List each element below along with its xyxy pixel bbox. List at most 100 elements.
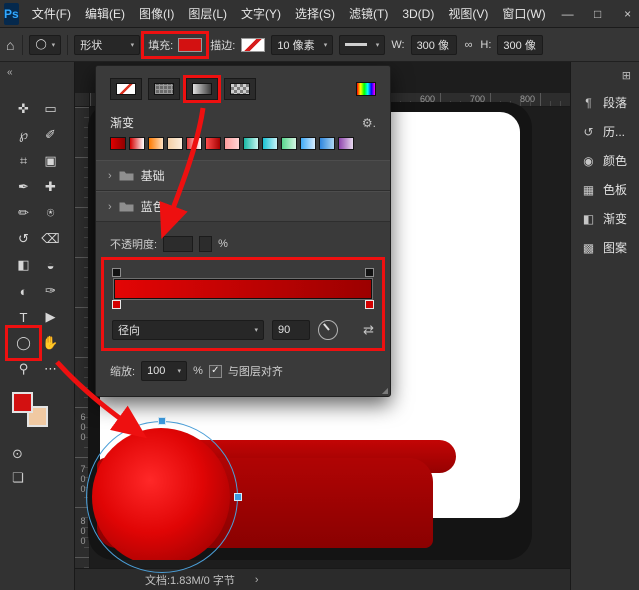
eyedropper-tool[interactable]: ✒ xyxy=(10,174,37,200)
type-tool[interactable]: T xyxy=(10,304,37,330)
more-tools[interactable]: ⋯ xyxy=(37,356,64,382)
dodge-tool[interactable]: ◐ xyxy=(10,278,37,304)
move-tool[interactable]: ✜ xyxy=(10,96,37,122)
stroke-style-dropdown[interactable]: ▾ xyxy=(339,35,385,55)
path-handle-top[interactable] xyxy=(158,417,166,425)
scale-dropdown[interactable]: 100 ▾ xyxy=(141,361,187,381)
panel-tab-color[interactable]: ◉ 颜色 xyxy=(571,146,639,175)
zoom-tool[interactable]: ⚲ xyxy=(10,356,37,382)
history-brush-tool[interactable]: ↺ xyxy=(10,226,37,252)
brush-tool[interactable]: ✏ xyxy=(10,200,37,226)
opacity-stop-left[interactable] xyxy=(112,268,121,277)
opacity-field[interactable] xyxy=(163,236,193,252)
home-icon[interactable]: ⌂ xyxy=(4,37,16,53)
panel-tab-patterns[interactable]: ▩ 图案 xyxy=(571,233,639,262)
fill-swatch[interactable] xyxy=(178,38,202,52)
blur-tool[interactable]: ◒ xyxy=(37,252,64,278)
fill-type-pattern-button[interactable] xyxy=(224,78,256,100)
panel-icon: ▩ xyxy=(581,241,596,255)
gradient-preset[interactable] xyxy=(262,137,278,150)
stroke-swatch[interactable] xyxy=(241,38,265,52)
angle-dial-icon[interactable] xyxy=(318,320,338,340)
fill-type-none-button[interactable] xyxy=(110,78,142,100)
panel-icon: ◉ xyxy=(581,154,596,168)
panel-tab-swatches[interactable]: ▦ 色板 xyxy=(571,175,639,204)
menu-item[interactable]: 图像(I) xyxy=(132,0,181,28)
angle-field[interactable]: 90 xyxy=(272,320,310,340)
quick-mask-icon[interactable]: ⊙ xyxy=(12,446,74,462)
menu-item[interactable]: 编辑(E) xyxy=(78,0,132,28)
gear-icon[interactable]: ⚙. xyxy=(362,116,376,130)
gradient-preset[interactable] xyxy=(319,137,335,150)
gradient-bar[interactable] xyxy=(114,279,372,299)
panel-tab-paragraph[interactable]: ¶ 段落 xyxy=(571,88,639,117)
spot-healing-tool[interactable]: ✚ xyxy=(37,174,64,200)
menu-item[interactable]: 图层(L) xyxy=(181,0,234,28)
menu-item[interactable]: 文字(Y) xyxy=(234,0,288,28)
folder-blues[interactable]: › 蓝色 xyxy=(96,191,390,222)
pen-tool[interactable]: ✑ xyxy=(37,278,64,304)
path-selection-tool[interactable]: ▶ xyxy=(37,304,64,330)
ellipse-tool[interactable]: ◯ xyxy=(10,330,37,356)
opacity-stop-right[interactable] xyxy=(365,268,374,277)
gradient-method-select[interactable]: 径向 ▾ xyxy=(112,320,264,340)
menu-item[interactable]: 3D(D) xyxy=(395,0,441,28)
panel-grid-icon[interactable]: ⊞ xyxy=(622,69,631,82)
gradient-preset[interactable] xyxy=(186,137,202,150)
panel-tab-history[interactable]: ↺ 历... xyxy=(571,117,639,146)
fill-type-solid-button[interactable] xyxy=(148,78,180,100)
resize-grip-icon[interactable]: ◢ xyxy=(382,386,388,395)
ellipse-path-outline[interactable] xyxy=(86,421,238,573)
screen-mode-icon[interactable]: ❏ xyxy=(12,470,74,486)
gradient-tool[interactable]: ◧ xyxy=(10,252,37,278)
panel-label: 色板 xyxy=(603,181,627,198)
gradient-preset[interactable] xyxy=(167,137,183,150)
minimize-button[interactable]: — xyxy=(553,0,583,28)
width-field[interactable]: 300 像 xyxy=(411,35,457,55)
color-picker-icon[interactable] xyxy=(356,82,376,96)
reverse-gradient-icon[interactable]: ⇄ xyxy=(363,322,374,338)
menu-item[interactable]: 选择(S) xyxy=(288,0,342,28)
foreground-swatch[interactable] xyxy=(12,392,33,413)
gradient-preset[interactable] xyxy=(148,137,164,150)
marquee-tool[interactable]: ▭ xyxy=(37,96,64,122)
eraser-tool[interactable]: ⌫ xyxy=(37,226,64,252)
crop-tool[interactable]: ⌗ xyxy=(10,148,37,174)
panel-tab-gradients[interactable]: ◧ 渐变 xyxy=(571,204,639,233)
opacity-stepper[interactable] xyxy=(199,236,212,252)
clone-stamp-tool[interactable]: ⍟ xyxy=(37,200,64,226)
menu-item[interactable]: 视图(V) xyxy=(441,0,495,28)
frame-tool[interactable]: ▣ xyxy=(37,148,64,174)
gradient-preset[interactable] xyxy=(243,137,259,150)
close-button[interactable]: × xyxy=(613,0,639,28)
gradient-preset[interactable] xyxy=(281,137,297,150)
gradient-preset[interactable] xyxy=(205,137,221,150)
stroke-width-dropdown[interactable]: 10 像素 ▾ xyxy=(271,35,333,55)
menu-item[interactable]: 滤镜(T) xyxy=(342,0,395,28)
hand-tool[interactable]: ✋ xyxy=(37,330,64,356)
gradient-preset[interactable] xyxy=(224,137,240,150)
lasso-tool[interactable]: ℘ xyxy=(10,122,37,148)
quick-selection-tool[interactable]: ✐ xyxy=(37,122,64,148)
maximize-button[interactable]: □ xyxy=(583,0,613,28)
align-layer-checkbox[interactable]: ✓ xyxy=(209,365,222,378)
menu-item[interactable]: 文件(F) xyxy=(25,0,78,28)
tool-preset-dropdown[interactable]: ◯ ▾ xyxy=(29,35,61,55)
link-dimensions-icon[interactable]: ∞ xyxy=(463,39,475,51)
status-chevron-icon[interactable]: › xyxy=(255,574,259,586)
folder-basics[interactable]: › 基础 xyxy=(96,160,390,191)
menu-item[interactable]: 窗口(W) xyxy=(495,0,552,28)
gradient-preset[interactable] xyxy=(300,137,316,150)
divider xyxy=(67,35,68,55)
collapse-panel-icon[interactable]: « xyxy=(0,62,74,84)
panel-icon: ¶ xyxy=(581,96,596,110)
gradient-preset[interactable] xyxy=(110,137,126,150)
color-stop-right[interactable] xyxy=(365,300,374,309)
gradient-preset[interactable] xyxy=(129,137,145,150)
tool-mode-dropdown[interactable]: 形状 ▾ xyxy=(74,35,140,55)
color-stop-left[interactable] xyxy=(112,300,121,309)
path-handle-right[interactable] xyxy=(234,493,242,501)
height-field[interactable]: 300 像 xyxy=(497,35,543,55)
fill-type-gradient-button[interactable] xyxy=(186,78,218,100)
gradient-preset[interactable] xyxy=(338,137,354,150)
